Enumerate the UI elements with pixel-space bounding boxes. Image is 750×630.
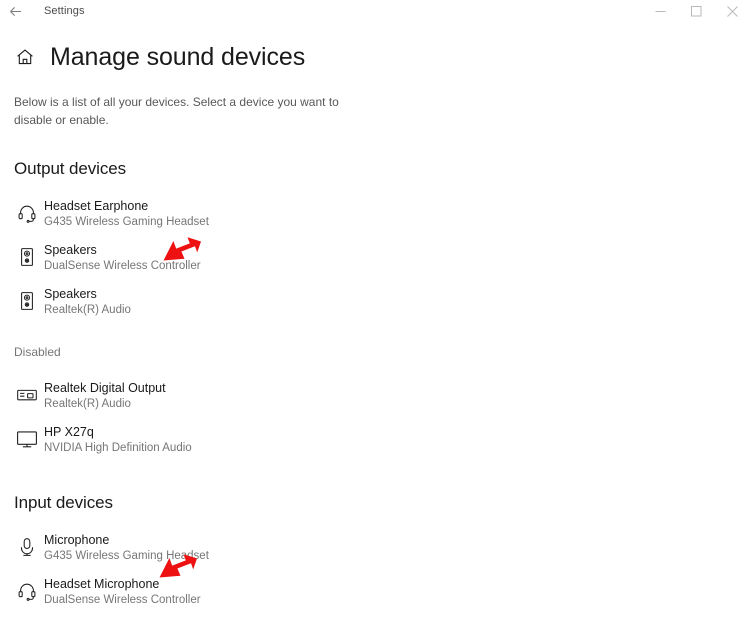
back-arrow-icon[interactable] (0, 0, 30, 22)
device-row-microphone-g435[interactable]: Microphone G435 Wireless Gaming Headset (0, 525, 750, 569)
device-subtitle: NVIDIA High Definition Audio (44, 441, 192, 454)
page-description: Below is a list of all your devices. Sel… (14, 95, 339, 128)
maximize-icon[interactable] (678, 0, 714, 22)
output-disabled-device-list: Realtek Digital Output Realtek(R) Audio … (0, 373, 750, 461)
headset-icon (14, 578, 40, 604)
device-row-realtek-digital-output[interactable]: Realtek Digital Output Realtek(R) Audio (0, 373, 750, 417)
microphone-icon (14, 534, 40, 560)
device-subtitle: Realtek(R) Audio (44, 303, 131, 316)
device-row-headset-microphone[interactable]: Headset Microphone DualSense Wireless Co… (0, 569, 750, 613)
device-name: HP X27q (44, 424, 94, 439)
speaker-icon (14, 244, 40, 270)
device-name: Headset Microphone (44, 576, 160, 591)
device-subtitle: Realtek(R) Audio (44, 397, 131, 410)
window-titlebar: Settings (0, 0, 750, 22)
home-icon[interactable] (14, 46, 36, 68)
close-icon[interactable] (714, 0, 750, 22)
output-disabled-group-label: Disabled (14, 345, 61, 360)
section-title-output: Output devices (14, 159, 126, 179)
device-subtitle: DualSense Wireless Controller (44, 593, 201, 606)
device-name: Microphone (44, 532, 110, 547)
device-name: Headset Earphone (44, 198, 149, 213)
input-enabled-device-list: Microphone G435 Wireless Gaming Headset … (0, 525, 750, 613)
output-enabled-device-list: Headset Earphone G435 Wireless Gaming He… (0, 191, 750, 323)
device-name: Speakers (44, 242, 97, 257)
headset-icon (14, 200, 40, 226)
window-controls (642, 0, 750, 22)
monitor-icon (14, 426, 40, 452)
device-row-speakers-dualsense[interactable]: Speakers DualSense Wireless Controller (0, 235, 750, 279)
digital-receiver-icon (14, 382, 40, 408)
device-subtitle: G435 Wireless Gaming Headset (44, 549, 209, 562)
window-title: Settings (44, 5, 85, 17)
device-row-speakers-realtek[interactable]: Speakers Realtek(R) Audio (0, 279, 750, 323)
minimize-icon[interactable] (642, 0, 678, 22)
device-subtitle: G435 Wireless Gaming Headset (44, 215, 209, 228)
device-name: Speakers (44, 286, 97, 301)
speaker-icon (14, 288, 40, 314)
device-row-hp-x27q[interactable]: HP X27q NVIDIA High Definition Audio (0, 417, 750, 461)
page-header: Manage sound devices (0, 39, 750, 75)
device-name: Realtek Digital Output (44, 380, 166, 395)
page-title: Manage sound devices (50, 42, 306, 71)
settings-page: Manage sound devices Below is a list of … (0, 22, 750, 630)
section-title-input: Input devices (14, 493, 113, 513)
device-row-headset-earphone[interactable]: Headset Earphone G435 Wireless Gaming He… (0, 191, 750, 235)
device-subtitle: DualSense Wireless Controller (44, 259, 201, 272)
